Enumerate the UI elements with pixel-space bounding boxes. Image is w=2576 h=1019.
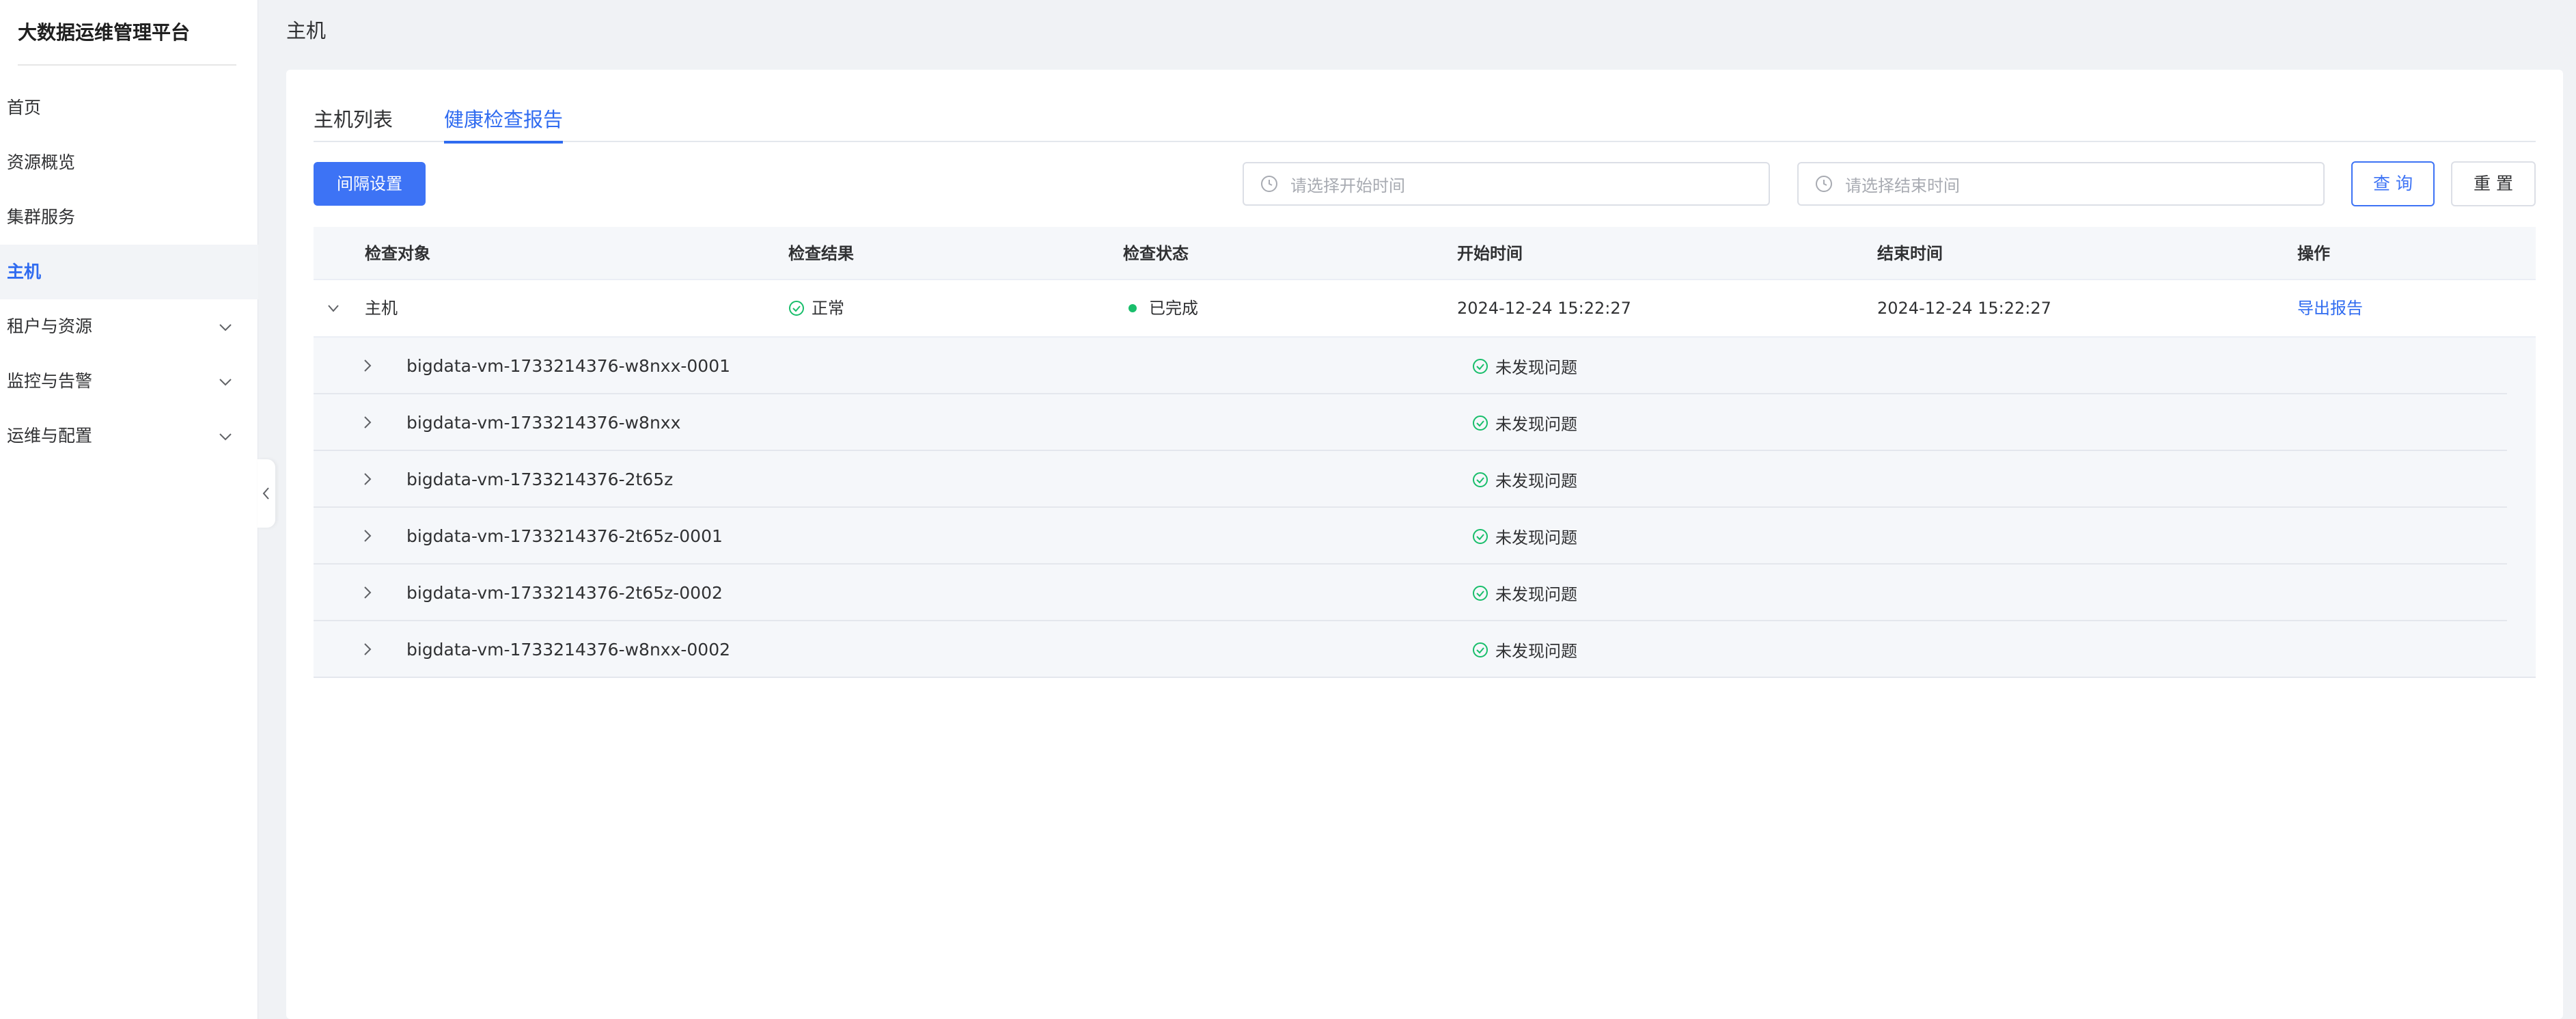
column-header: 开始时间 — [1457, 244, 1523, 263]
host-name: bigdata-vm-1733214376-w8nxx-0002 — [406, 640, 731, 660]
chevron-right-icon[interactable] — [359, 527, 376, 545]
check-result-cell: 正常 — [788, 280, 844, 336]
app-root: 大数据运维管理平台 首页 资源概览 集群服务 主机 租户与资源 监控与告警 运维… — [0, 0, 2576, 1019]
host-name: bigdata-vm-1733214376-w8nxx-0001 — [406, 356, 731, 376]
sidebar-item-ops-config[interactable]: 运维与配置 — [0, 409, 258, 463]
host-name: bigdata-vm-1733214376-2t65z — [406, 470, 674, 489]
list-item: bigdata-vm-1733214376-2t65z-0002 未发现问题 — [314, 565, 2507, 621]
interval-settings-button[interactable]: 间隔设置 — [314, 162, 426, 206]
page-title: 主机 — [286, 19, 327, 42]
host-name: bigdata-vm-1733214376-w8nxx — [406, 413, 681, 433]
column-header: 操作 — [2297, 244, 2330, 263]
sidebar-item-label: 集群服务 — [7, 207, 76, 227]
query-button[interactable]: 查 询 — [2351, 161, 2435, 206]
sidebar-item-resource-overview[interactable]: 资源概览 — [0, 135, 258, 190]
sidebar-item-label: 监控与告警 — [7, 371, 93, 391]
sidebar-collapse-button[interactable] — [258, 459, 275, 528]
column-header: 检查对象 — [365, 244, 430, 263]
host-status-text: 未发现问题 — [1495, 358, 1577, 377]
check-status-cell: 已完成 — [1123, 280, 1198, 336]
host-status: 未发现问题 — [1472, 394, 1577, 451]
end-time-input[interactable]: 请选择结束时间 — [1797, 162, 2325, 206]
chevron-right-icon[interactable] — [359, 470, 376, 488]
check-result-text: 正常 — [812, 299, 844, 318]
tab-host-list[interactable]: 主机列表 — [314, 104, 393, 142]
chevron-left-icon — [262, 487, 269, 500]
status-dot-icon — [1128, 304, 1137, 312]
chevron-right-icon[interactable] — [359, 640, 376, 658]
sidebar-item-tenant-resource[interactable]: 租户与资源 — [0, 299, 258, 354]
table-row: 主机 正常 已完成 2024-12-24 15:22:27 2024-12-24… — [314, 280, 2536, 338]
column-header: 检查结果 — [788, 244, 854, 263]
sidebar-item-cluster-service[interactable]: 集群服务 — [0, 190, 258, 245]
host-name: bigdata-vm-1733214376-2t65z-0002 — [406, 583, 723, 603]
check-circle-icon — [1473, 528, 1488, 544]
list-item: bigdata-vm-1733214376-2t65z-0001 未发现问题 — [314, 508, 2507, 565]
main-card: 主机列表 健康检查报告 间隔设置 请选择开始时间 请选择结束时间 查 询 重 置… — [286, 70, 2563, 1019]
chevron-down-icon — [219, 433, 232, 441]
sidebar-item-label: 主机 — [7, 262, 42, 282]
end-time-cell: 2024-12-24 15:22:27 — [1877, 299, 2051, 318]
sidebar-item-home[interactable]: 首页 — [0, 81, 258, 135]
start-time-placeholder: 请选择开始时间 — [1290, 176, 1405, 195]
host-status-text: 未发现问题 — [1495, 642, 1577, 661]
chevron-down-icon — [219, 379, 232, 386]
brand-title: 大数据运维管理平台 — [18, 18, 236, 66]
host-status: 未发现问题 — [1472, 338, 1577, 394]
check-circle-icon — [789, 301, 804, 316]
column-header: 结束时间 — [1877, 244, 1943, 263]
check-circle-icon — [1473, 472, 1488, 487]
chevron-down-icon — [219, 324, 232, 331]
sidebar-item-monitoring-alerts[interactable]: 监控与告警 — [0, 354, 258, 409]
check-object-cell: 主机 — [365, 299, 398, 318]
sidebar-item-label: 首页 — [7, 98, 42, 118]
clock-icon — [1816, 176, 1832, 192]
sidebar-item-host[interactable]: 主机 — [0, 245, 258, 299]
host-status-text: 未发现问题 — [1495, 472, 1577, 491]
health-report-table: 检查对象 检查结果 检查状态 开始时间 结束时间 操作 主机 正常 已完成 20… — [314, 227, 2536, 678]
end-time-placeholder: 请选择结束时间 — [1845, 176, 1960, 195]
reset-button[interactable]: 重 置 — [2451, 161, 2536, 206]
host-status-text: 未发现问题 — [1495, 415, 1577, 434]
list-item: bigdata-vm-1733214376-2t65z 未发现问题 — [314, 451, 2507, 508]
sidebar-item-label: 租户与资源 — [7, 316, 93, 336]
export-report-link[interactable]: 导出报告 — [2297, 280, 2363, 336]
clock-icon — [1261, 176, 1277, 192]
row-expand-toggle[interactable] — [324, 280, 342, 336]
column-header: 检查状态 — [1123, 244, 1189, 263]
sidebar-item-label: 运维与配置 — [7, 426, 93, 446]
host-status: 未发现问题 — [1472, 621, 1577, 678]
host-status: 未发现问题 — [1472, 451, 1577, 508]
host-name: bigdata-vm-1733214376-2t65z-0001 — [406, 526, 723, 546]
check-circle-icon — [1473, 415, 1488, 431]
check-circle-icon — [1473, 585, 1488, 601]
list-item: bigdata-vm-1733214376-w8nxx 未发现问题 — [314, 394, 2507, 451]
start-time-cell: 2024-12-24 15:22:27 — [1457, 299, 1631, 318]
tab-health-check-report[interactable]: 健康检查报告 — [444, 104, 564, 144]
table-header: 检查对象 检查结果 检查状态 开始时间 结束时间 操作 — [314, 227, 2536, 280]
tab-bar: 主机列表 健康检查报告 — [314, 104, 2536, 144]
host-status-text: 未发现问题 — [1495, 528, 1577, 547]
expanded-subtable: bigdata-vm-1733214376-w8nxx-0001 未发现问题 b… — [314, 338, 2536, 678]
list-item: bigdata-vm-1733214376-w8nxx-0002 未发现问题 — [314, 621, 2507, 678]
host-status: 未发现问题 — [1472, 565, 1577, 621]
check-circle-icon — [1473, 642, 1488, 657]
check-status-text: 已完成 — [1149, 299, 1198, 318]
list-item: bigdata-vm-1733214376-w8nxx-0001 未发现问题 — [314, 338, 2507, 394]
chevron-right-icon[interactable] — [359, 357, 376, 375]
sidebar-item-label: 资源概览 — [7, 152, 76, 172]
chevron-down-icon — [328, 305, 339, 312]
chevron-right-icon[interactable] — [359, 584, 376, 601]
start-time-input[interactable]: 请选择开始时间 — [1243, 162, 1770, 206]
check-circle-icon — [1473, 358, 1488, 374]
sidebar: 大数据运维管理平台 首页 资源概览 集群服务 主机 租户与资源 监控与告警 运维… — [0, 0, 258, 1019]
host-status: 未发现问题 — [1472, 508, 1577, 565]
host-status-text: 未发现问题 — [1495, 585, 1577, 604]
chevron-right-icon[interactable] — [359, 413, 376, 431]
